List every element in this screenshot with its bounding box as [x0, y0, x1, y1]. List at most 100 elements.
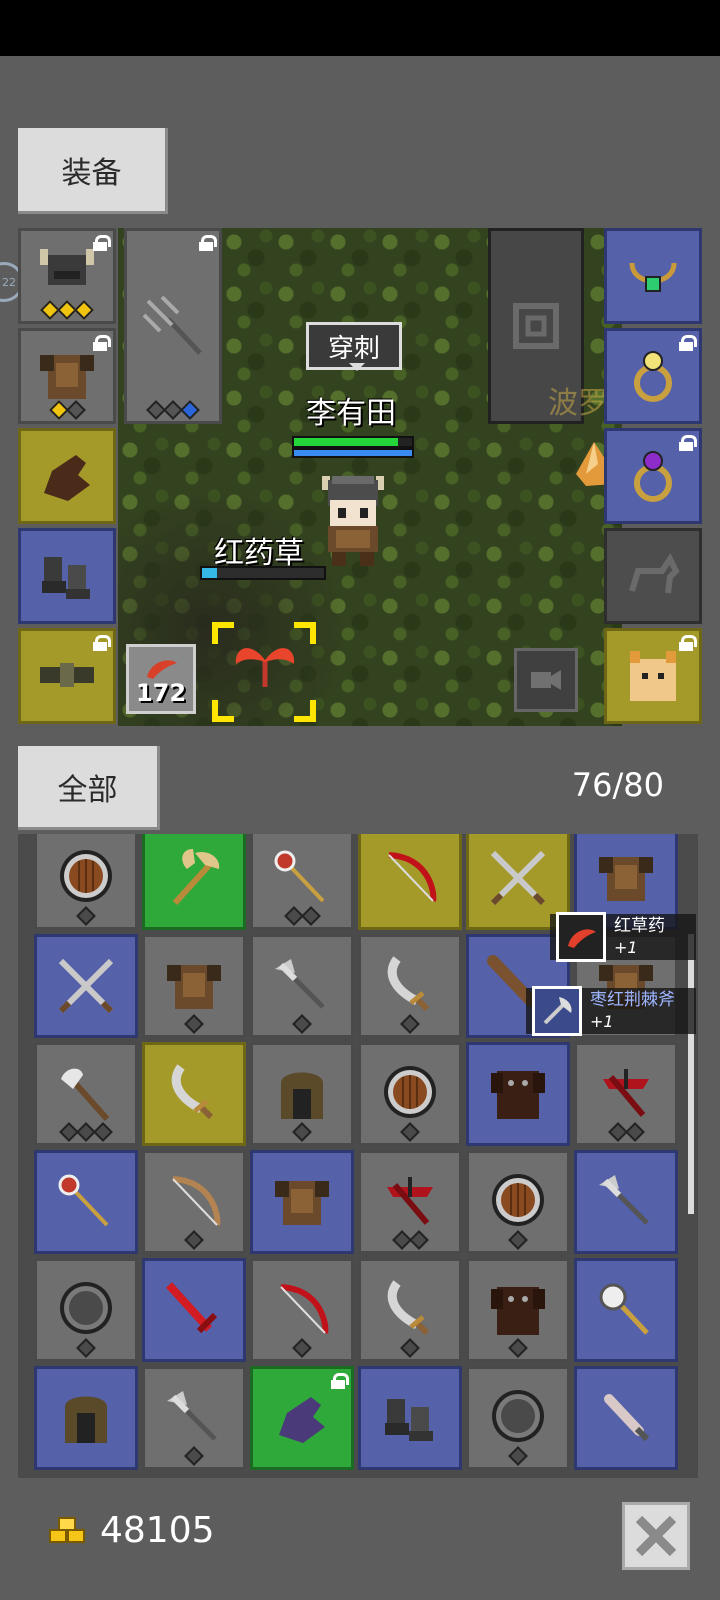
- socket-gem: [65, 400, 86, 420]
- leather-armor-icon: [159, 951, 229, 1021]
- socket-gem: [408, 1230, 429, 1250]
- inventory-item[interactable]: [358, 1258, 462, 1362]
- close-button[interactable]: [622, 1502, 690, 1570]
- inventory-item[interactable]: [34, 934, 138, 1038]
- inventory-item[interactable]: [358, 834, 462, 930]
- battle-axe-icon: [159, 843, 229, 913]
- socket-gem: [76, 906, 96, 926]
- inventory-item[interactable]: [34, 1258, 138, 1362]
- inventory-item[interactable]: [142, 1366, 246, 1470]
- inventory-item[interactable]: [250, 834, 354, 930]
- socket-gems: [361, 1014, 459, 1034]
- inventory-item[interactable]: [466, 1366, 570, 1470]
- inventory-scrollbar[interactable]: [688, 934, 694, 1214]
- fox-pet-icon: [618, 641, 688, 711]
- socket-gems: [577, 1122, 675, 1142]
- wooden-bow-icon: [159, 1167, 229, 1237]
- inventory-item[interactable]: [250, 1042, 354, 1146]
- inventory-item[interactable]: [142, 1042, 246, 1146]
- lock-icon: [93, 335, 111, 351]
- lock-icon: [679, 635, 697, 651]
- target-marker[interactable]: [212, 622, 316, 722]
- leather-armor-slot[interactable]: [18, 328, 116, 424]
- lock-icon: [679, 335, 697, 351]
- amethyst-ring-slot[interactable]: [604, 428, 702, 524]
- inventory-item[interactable]: [358, 1042, 462, 1146]
- inventory-item[interactable]: [250, 934, 354, 1038]
- pickup-qty: +1: [590, 1012, 614, 1031]
- inventory-item[interactable]: [142, 934, 246, 1038]
- dagger-icon: [591, 1383, 661, 1453]
- topaz-ring-slot[interactable]: [604, 328, 702, 424]
- pickup-herb-icon: [556, 912, 606, 962]
- inventory-item[interactable]: [34, 834, 138, 930]
- record-button[interactable]: [514, 648, 578, 712]
- socket-gems: [253, 906, 351, 926]
- leather-glove-slot[interactable]: [18, 428, 116, 524]
- leather-hood-icon: [51, 1383, 121, 1453]
- shield-placeholder-icon: [513, 303, 559, 349]
- socket-gem: [74, 300, 94, 320]
- quick-item-slot[interactable]: 172: [126, 644, 196, 714]
- quick-item-qty: 172: [135, 679, 187, 707]
- close-icon: [635, 1515, 677, 1557]
- inventory-item[interactable]: [250, 1150, 354, 1254]
- fox-pet-slot[interactable]: [604, 628, 702, 724]
- hand-axe-icon: [51, 1059, 121, 1129]
- pickup-axe-icon: [532, 986, 582, 1036]
- socket-gems: [361, 1122, 459, 1142]
- inventory-panel[interactable]: 红草药 +1 枣红荆棘斧 +1: [18, 834, 698, 1478]
- inventory-item[interactable]: [250, 1366, 354, 1470]
- emerald-necklace-slot[interactable]: [604, 228, 702, 324]
- player-mp-bar: [292, 448, 414, 458]
- dark-armor-icon: [483, 1059, 553, 1129]
- leather-hood-icon: [267, 1059, 337, 1129]
- mount-slot-slot[interactable]: [604, 528, 702, 624]
- inventory-item[interactable]: [142, 834, 246, 930]
- player-name: 李有田: [306, 396, 396, 431]
- inventory-item[interactable]: [34, 1150, 138, 1254]
- socket-gems: [145, 1446, 243, 1466]
- pickup-notice-axe: 枣红荆棘斧 +1: [526, 986, 696, 1036]
- inventory-item[interactable]: [574, 1150, 678, 1254]
- inventory-item[interactable]: [358, 934, 462, 1038]
- inventory-item[interactable]: [574, 1042, 678, 1146]
- socket-gems: [361, 1230, 459, 1250]
- weapon-slot[interactable]: [124, 228, 222, 424]
- halberd-icon: [159, 1383, 229, 1453]
- equip-tab[interactable]: 装备: [18, 128, 168, 214]
- socket-gem: [508, 1230, 528, 1250]
- equipment-panel: 波罗 穿刺 李有田 红药草 172: [18, 228, 702, 726]
- inventory-item[interactable]: [466, 1042, 570, 1146]
- inventory-item[interactable]: [250, 1258, 354, 1362]
- inventory-item[interactable]: [466, 1150, 570, 1254]
- all-filter-tab[interactable]: 全部: [18, 746, 160, 830]
- socket-gem: [624, 1122, 645, 1142]
- inventory-item[interactable]: [358, 1150, 462, 1254]
- crimson-sword-icon: [159, 1275, 229, 1345]
- crimson-bow-icon: [267, 1275, 337, 1345]
- mace-icon: [591, 1275, 661, 1345]
- dark-armor-icon: [483, 1275, 553, 1345]
- inventory-item[interactable]: [142, 1150, 246, 1254]
- lock-icon: [199, 235, 217, 251]
- inventory-item[interactable]: [466, 1258, 570, 1362]
- amethyst-ring-icon: [618, 441, 688, 511]
- crossed-swords-icon: [51, 951, 121, 1021]
- inventory-item[interactable]: [574, 1258, 678, 1362]
- player-character-icon[interactable]: [314, 470, 392, 568]
- socket-gems: [253, 1338, 351, 1358]
- inventory-item[interactable]: [34, 1042, 138, 1146]
- socket-gems: [469, 1446, 567, 1466]
- belt-slot[interactable]: [18, 628, 116, 724]
- horned-helmet-slot[interactable]: [18, 228, 116, 324]
- inventory-item[interactable]: [142, 1258, 246, 1362]
- leather-armor-icon: [32, 341, 102, 411]
- camera-icon: [531, 670, 561, 690]
- inventory-item[interactable]: [358, 1366, 462, 1470]
- inventory-item[interactable]: [34, 1366, 138, 1470]
- steel-shield-icon: [51, 1275, 121, 1345]
- inventory-item[interactable]: [574, 1366, 678, 1470]
- leather-boots-slot[interactable]: [18, 528, 116, 624]
- crimson-crossbow-icon: [591, 1059, 661, 1129]
